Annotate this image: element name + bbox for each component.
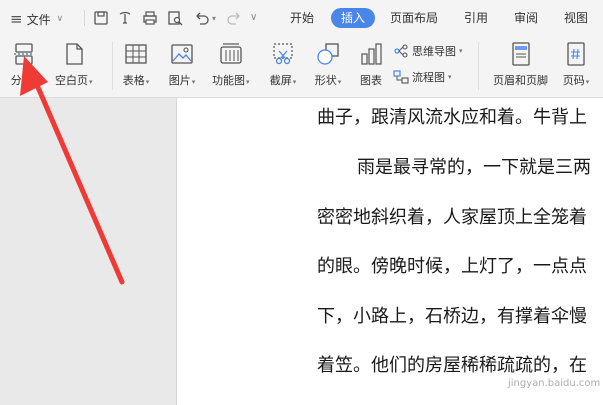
- chart-label: 图表: [360, 74, 382, 87]
- function-chart-label: 功能图: [212, 74, 245, 87]
- chevron-down-icon: ∨: [56, 14, 64, 24]
- print-preview-icon[interactable]: [166, 9, 184, 27]
- tab-page-layout[interactable]: 页面布局: [390, 8, 438, 28]
- picture-icon: [167, 40, 197, 68]
- save-icon[interactable]: [92, 9, 110, 27]
- dropdown-caret-icon: ▾: [191, 78, 196, 86]
- watermark: jingyan.baidu.com: [508, 378, 601, 389]
- screenshot-label: 截屏: [269, 74, 292, 87]
- blank-page-button[interactable]: 空白页▾: [55, 40, 93, 88]
- tab-insert[interactable]: 插入: [331, 8, 376, 28]
- page-break-icon: [9, 40, 39, 68]
- dropdown-caret-icon: ▾: [89, 78, 93, 86]
- screenshot-button[interactable]: 截屏▾: [268, 40, 298, 88]
- dropdown-caret-icon: ▾: [585, 78, 590, 86]
- shape-label: 形状: [314, 74, 337, 87]
- file-menu-label: 文件: [26, 12, 51, 27]
- blank-page-label: 空白页: [55, 74, 88, 87]
- page-number-icon: [561, 40, 591, 68]
- dropdown-caret-icon: ▾: [33, 78, 38, 86]
- print-icon[interactable]: [141, 9, 159, 27]
- divider: [84, 10, 85, 26]
- bar-chart-icon: [356, 40, 386, 68]
- function-chart-icon: [216, 40, 246, 68]
- undo-dropdown-icon[interactable]: ▾: [212, 14, 216, 23]
- picture-label: 图片: [168, 74, 191, 87]
- divider: [478, 42, 479, 90]
- chart-button[interactable]: 图表: [356, 40, 386, 88]
- page-number-label: 页码: [562, 74, 585, 87]
- page-number-button[interactable]: 页码▾: [561, 40, 591, 88]
- function-chart-button[interactable]: 功能图▾: [212, 40, 250, 88]
- document-line[interactable]: 曲子，跟清风流水应和着。牛背上: [317, 103, 603, 129]
- page-break-button[interactable]: 分页▾: [9, 40, 39, 88]
- dropdown-caret-icon: ▾: [145, 78, 150, 86]
- dropdown-caret-icon: ▾: [292, 78, 297, 86]
- format-painter-icon[interactable]: [116, 9, 134, 27]
- flowchart-icon: [393, 70, 409, 84]
- table-button[interactable]: 表格▾: [121, 40, 151, 88]
- dropdown-caret-icon: ▾: [337, 78, 342, 86]
- ribbon-insert: 分页▾ 空白页▾ 表格▾ 图片▾ 功能图▾ 截屏▾ 形状▾ 图表 思维导图 ▾ …: [0, 36, 603, 98]
- page-break-label: 分页: [10, 74, 33, 87]
- table-label: 表格: [122, 74, 145, 87]
- document-line[interactable]: 雨是最寻常的，一下就是三两: [357, 153, 603, 179]
- dropdown-caret-icon: ▾: [459, 47, 463, 55]
- blank-page-icon: [59, 40, 89, 68]
- document-line[interactable]: 密密地斜织着，人家屋顶上全笼着: [317, 203, 603, 229]
- tab-references[interactable]: 引用: [464, 8, 488, 28]
- chevron-down-icon[interactable]: ∨: [250, 12, 257, 23]
- shape-icon: [313, 40, 343, 68]
- undo-icon[interactable]: [193, 9, 211, 27]
- dropdown-caret-icon: ▾: [246, 78, 250, 86]
- header-footer-label: 页眉和页脚: [493, 74, 548, 87]
- header-footer-icon: [506, 40, 536, 68]
- document-line[interactable]: 的眼。傍晚时候，上灯了，一点点: [317, 252, 603, 278]
- tab-view[interactable]: 视图: [564, 8, 588, 28]
- table-icon: [121, 40, 151, 68]
- redo-icon[interactable]: [225, 9, 243, 27]
- flowchart-label: 流程图: [412, 71, 445, 84]
- document-line[interactable]: 下，小路上，石桥边，有撑着伞慢: [317, 302, 603, 328]
- shape-button[interactable]: 形状▾: [313, 40, 343, 88]
- mindmap-button[interactable]: 思维导图 ▾: [393, 42, 463, 60]
- divider: [112, 42, 113, 90]
- tab-home[interactable]: 开始: [290, 8, 314, 28]
- file-menu[interactable]: ≡ 文件 ∨: [10, 9, 63, 29]
- mindmap-icon: [394, 44, 408, 58]
- flowchart-button[interactable]: 流程图 ▾: [393, 68, 452, 86]
- dropdown-caret-icon: ▾: [448, 73, 452, 81]
- hamburger-icon: ≡: [10, 10, 23, 28]
- menu-bar: ≡ 文件 ∨ ▾ ∨ 开始 插入 页面布局 引用 审阅 视图: [0, 0, 603, 36]
- header-footer-button[interactable]: 页眉和页脚: [493, 40, 548, 88]
- scissors-icon: [268, 40, 298, 68]
- picture-button[interactable]: 图片▾: [167, 40, 197, 88]
- document-line[interactable]: 着笠。他们的房屋稀稀疏疏的，在: [317, 351, 603, 377]
- mindmap-label: 思维导图: [412, 45, 456, 58]
- tab-review[interactable]: 审阅: [514, 8, 538, 28]
